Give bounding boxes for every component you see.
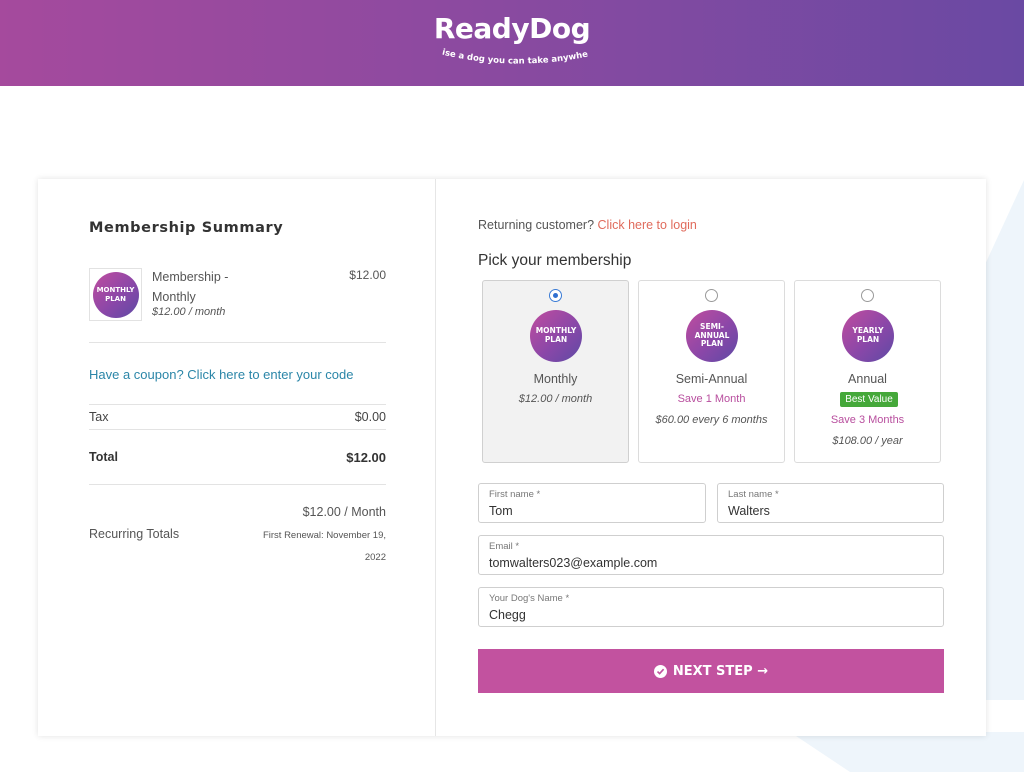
plan-savings: Save 3 Months — [830, 414, 905, 426]
pick-membership-title: Pick your membership — [478, 252, 632, 269]
site-header: ReadyDog raise a dog you can take anywhe… — [0, 0, 1024, 86]
divider — [89, 404, 386, 405]
email-field[interactable]: Email * tomwalters023@example.com — [478, 535, 944, 575]
item-sub-price-period: / month — [185, 306, 226, 318]
tax-value: $0.00 — [354, 410, 386, 424]
returning-customer-text: Returning customer? Click here to login — [478, 218, 697, 232]
last-name-label: Last name * — [728, 489, 779, 500]
login-link[interactable]: Click here to login — [598, 218, 697, 232]
checkout-card: Membership Summary MONTHLY PLAN Membersh… — [38, 179, 986, 736]
returning-customer-prompt: Returning customer? — [478, 218, 598, 232]
plan-price-period: / month — [552, 393, 593, 405]
best-value-badge: Best Value — [840, 392, 898, 407]
recurring-totals-label: Recurring Totals — [89, 527, 180, 541]
plan-option-monthly[interactable]: MONTHLY PLAN Monthly $12.00 / month — [482, 280, 629, 463]
checkout-form-panel: Returning customer? Click here to login … — [436, 179, 986, 736]
total-label: Total — [89, 450, 118, 464]
plan-price: $108.00 / year — [795, 435, 940, 447]
plan-price-amount: $108.00 — [832, 435, 873, 447]
dog-name-field[interactable]: Your Dog's Name * Chegg — [478, 587, 944, 627]
divider — [89, 484, 386, 485]
item-thumbnail: MONTHLY PLAN — [89, 268, 142, 321]
plan-radio-semi-annual[interactable] — [705, 289, 718, 302]
background-shape — [790, 732, 1024, 772]
first-name-field[interactable]: First name * Tom — [478, 483, 706, 523]
check-circle-icon — [653, 664, 667, 678]
renewal-line-2: 2022 — [364, 552, 386, 563]
plan-option-semi-annual[interactable]: SEMI-ANNUAL PLAN Semi-Annual Save 1 Mont… — [638, 280, 785, 463]
divider — [89, 342, 386, 343]
plan-option-annual[interactable]: YEARLY PLAN Annual Best Value Save 3 Mon… — [794, 280, 941, 463]
summary-title: Membership Summary — [89, 220, 284, 236]
plan-price: $12.00 / month — [483, 393, 628, 405]
renewal-line-1: First Renewal: November 19, — [262, 530, 386, 541]
plan-price-amount: $60.00 — [655, 414, 690, 426]
tax-label: Tax — [89, 410, 109, 424]
first-name-value[interactable]: Tom — [489, 504, 513, 518]
item-sub-price-amount: $12.00 — [152, 306, 186, 318]
monthly-plan-badge: MONTHLY PLAN — [530, 310, 582, 362]
email-label: Email * — [489, 541, 520, 552]
plan-radio-annual[interactable] — [861, 289, 874, 302]
plan-savings: Save 1 Month — [677, 393, 746, 405]
last-name-value[interactable]: Walters — [728, 504, 770, 518]
recurring-amount: $12.00 / Month — [302, 505, 386, 519]
plan-price-amount: $12.00 — [518, 393, 553, 405]
yearly-plan-badge: YEARLY PLAN — [842, 310, 894, 362]
membership-summary-panel: Membership Summary MONTHLY PLAN Membersh… — [38, 179, 436, 736]
plan-name: Monthly — [533, 372, 578, 386]
plan-price: $60.00 every 6 months — [639, 414, 784, 426]
next-step-label: NEXT STEP → — [672, 663, 769, 679]
plan-name: Annual — [848, 372, 887, 386]
svg-text:raise a dog you can take anywh: raise a dog you can take anywhere — [420, 38, 589, 67]
first-renewal-date: First Renewal: November 19, 2022 — [238, 525, 386, 569]
plan-radio-monthly[interactable] — [549, 289, 562, 302]
plan-name: Semi-Annual — [675, 372, 748, 386]
brand-tagline: raise a dog you can take anywhere — [420, 38, 589, 67]
dog-name-value[interactable]: Chegg — [489, 608, 526, 622]
last-name-field[interactable]: Last name * Walters — [717, 483, 944, 523]
total-value: $12.00 — [346, 450, 386, 465]
email-value[interactable]: tomwalters023@example.com — [489, 556, 657, 570]
semi-annual-plan-badge: SEMI-ANNUAL PLAN — [686, 310, 738, 362]
dog-name-label: Your Dog's Name * — [489, 593, 570, 604]
item-price: $12.00 — [349, 268, 386, 282]
plan-price-period: every 6 months — [689, 414, 768, 426]
item-sub-price: $12.00 / month — [152, 306, 225, 318]
item-name: Membership - Monthly — [152, 270, 229, 304]
coupon-link[interactable]: Have a coupon? Click here to enter your … — [89, 367, 354, 382]
next-step-button[interactable]: NEXT STEP → — [478, 649, 944, 693]
first-name-label: First name * — [489, 489, 541, 500]
monthly-plan-badge: MONTHLY PLAN — [92, 271, 139, 318]
plan-price-period: / year — [872, 435, 903, 447]
divider — [89, 429, 386, 430]
